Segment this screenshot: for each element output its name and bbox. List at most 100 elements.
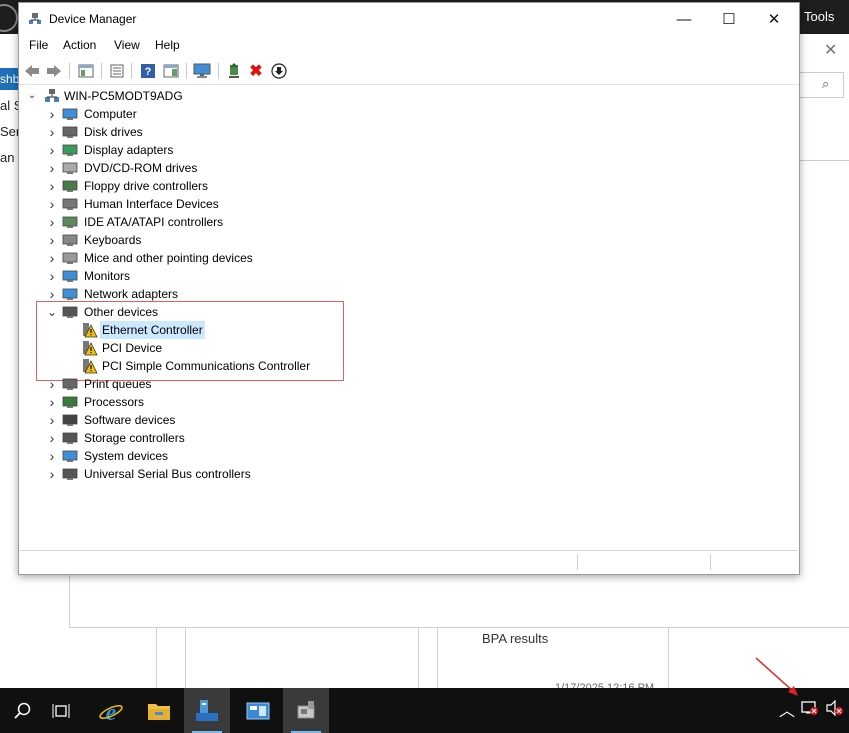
storage-controller-icon	[62, 432, 78, 444]
monitor-icon[interactable]	[193, 62, 211, 80]
chevron-right-icon[interactable]: ›	[46, 267, 58, 285]
task-view-icon[interactable]	[38, 688, 84, 733]
tree-root[interactable]: ⌄ WIN-PC5MODT9ADG	[20, 87, 797, 105]
tree-category-human-interface-devices[interactable]: › Human Interface Devices	[20, 195, 797, 213]
sidebar-item-file-storage[interactable]: an	[0, 150, 14, 165]
chevron-right-icon[interactable]: ›	[46, 123, 58, 141]
tree-device-label: PCI Device	[102, 341, 163, 355]
chevron-right-icon[interactable]: ›	[46, 393, 58, 411]
chevron-right-icon[interactable]: ›	[46, 159, 58, 177]
forward-arrow-icon[interactable]	[45, 62, 63, 80]
tree-category-computer[interactable]: › Computer	[20, 105, 797, 123]
tree-category-universal-serial-bus-controllers[interactable]: › Universal Serial Bus controllers	[20, 465, 797, 483]
show-hidden-icons-chevron[interactable]: ︿	[779, 697, 795, 721]
panel-border	[156, 627, 157, 688]
tree-category-disk-drives[interactable]: › Disk drives	[20, 123, 797, 141]
warning-device-icon	[83, 359, 98, 374]
file-explorer-icon[interactable]	[136, 688, 182, 733]
tree-category-mice-and-other-pointing-devices[interactable]: › Mice and other pointing devices	[20, 249, 797, 267]
status-bar	[20, 550, 797, 573]
chevron-right-icon[interactable]: ›	[46, 249, 58, 267]
tree-category-floppy-drive-controllers[interactable]: › Floppy drive controllers	[20, 177, 797, 195]
printer-icon	[62, 378, 78, 390]
computer-root-icon	[45, 89, 59, 102]
control-panel-icon[interactable]	[235, 688, 281, 733]
tree-category-monitors[interactable]: › Monitors	[20, 267, 797, 285]
back-arrow-icon[interactable]	[23, 62, 41, 80]
server-manager-icon[interactable]	[184, 688, 230, 733]
properties-icon[interactable]	[108, 62, 126, 80]
device-manager-window: Device Manager — ☐ ✕ File Action View He…	[18, 2, 800, 575]
menu-help[interactable]: Help	[155, 38, 180, 52]
chevron-down-icon[interactable]: ⌄	[26, 87, 38, 105]
tree-category-system-devices[interactable]: › System devices	[20, 447, 797, 465]
menu-view[interactable]: View	[114, 38, 140, 52]
tree-category-keyboards[interactable]: › Keyboards	[20, 231, 797, 249]
help-icon[interactable]: ?	[139, 62, 157, 80]
tree-category-other-devices[interactable]: ⌄ Other devices	[20, 303, 797, 321]
chevron-right-icon[interactable]: ›	[46, 213, 58, 231]
tools-menu[interactable]: Tools	[804, 9, 834, 24]
chevron-right-icon[interactable]: ›	[46, 105, 58, 123]
tree-category-label: Floppy drive controllers	[84, 179, 209, 193]
panel-border	[668, 627, 669, 688]
volume-muted-icon[interactable]	[826, 699, 844, 719]
chevron-right-icon[interactable]: ›	[46, 447, 58, 465]
device-manager-icon	[29, 13, 41, 24]
show-hide-console-tree-icon[interactable]	[77, 62, 95, 80]
chevron-right-icon[interactable]: ›	[46, 465, 58, 483]
panel-border	[437, 627, 438, 688]
update-driver-icon[interactable]	[225, 62, 243, 80]
chevron-down-icon[interactable]: ⌄	[46, 303, 58, 321]
chevron-right-icon[interactable]: ›	[46, 195, 58, 213]
chevron-right-icon[interactable]: ›	[46, 411, 58, 429]
back-nav-icon[interactable]	[0, 4, 18, 32]
device-tree[interactable]: ⌄ WIN-PC5MODT9ADG › Computer › Disk drives ›…	[20, 86, 797, 548]
panel-border	[69, 573, 70, 627]
bpa-results-label: BPA results	[482, 631, 549, 646]
maximize-button[interactable]: ☐	[709, 7, 749, 33]
tree-device-ethernet-controller[interactable]: Ethernet Controller	[20, 321, 797, 339]
close-icon[interactable]: ✕	[824, 40, 837, 60]
toolbar: ? ✖	[19, 58, 799, 85]
search-input[interactable]	[798, 72, 844, 98]
download-icon[interactable]	[270, 62, 288, 80]
chevron-right-icon[interactable]: ›	[46, 375, 58, 393]
action-pane-icon[interactable]	[162, 62, 180, 80]
server-manager-sidebar: shb al S Ser an	[0, 34, 22, 694]
internet-explorer-icon[interactable]: e	[88, 688, 134, 733]
tree-category-software-devices[interactable]: › Software devices	[20, 411, 797, 429]
uninstall-x-icon[interactable]: ✖	[247, 62, 265, 80]
chevron-right-icon[interactable]: ›	[46, 177, 58, 195]
tree-category-ide-ata-atapi-controllers[interactable]: › IDE ATA/ATAPI controllers	[20, 213, 797, 231]
tree-category-dvd-cd-rom-drives[interactable]: › DVD/CD-ROM drives	[20, 159, 797, 177]
network-disconnected-icon[interactable]	[801, 700, 819, 719]
tree-category-label: IDE ATA/ATAPI controllers	[84, 215, 224, 229]
tree-device-pci-device[interactable]: PCI Device	[20, 339, 797, 357]
chevron-right-icon[interactable]: ›	[46, 141, 58, 159]
minimize-button[interactable]: —	[664, 7, 704, 33]
dvd-icon	[62, 162, 78, 174]
tree-category-display-adapters[interactable]: › Display adapters	[20, 141, 797, 159]
other-devices-icon	[62, 306, 78, 318]
tree-category-label: Human Interface Devices	[84, 197, 219, 211]
tree-category-label: Print queues	[84, 377, 152, 391]
panel-border	[69, 627, 849, 628]
menu-file[interactable]: File	[29, 38, 48, 52]
chevron-right-icon[interactable]: ›	[46, 429, 58, 447]
menu-action[interactable]: Action	[63, 38, 96, 52]
sidebar-item-dashboard[interactable]: shb	[0, 68, 20, 90]
chevron-right-icon[interactable]: ›	[46, 231, 58, 249]
tree-category-storage-controllers[interactable]: › Storage controllers	[20, 429, 797, 447]
tree-category-label: Monitors	[84, 269, 131, 283]
tree-category-network-adapters[interactable]: › Network adapters	[20, 285, 797, 303]
chevron-right-icon[interactable]: ›	[46, 285, 58, 303]
tree-category-print-queues[interactable]: › Print queues	[20, 375, 797, 393]
device-manager-icon[interactable]	[283, 688, 329, 733]
tree-category-processors[interactable]: › Processors	[20, 393, 797, 411]
close-button[interactable]: ✕	[754, 7, 794, 33]
title-bar[interactable]: Device Manager — ☐ ✕	[19, 3, 799, 35]
tree-device-pci-simple-communications-controller[interactable]: PCI Simple Communications Controller	[20, 357, 797, 375]
tree-category-label: Computer	[84, 107, 137, 121]
tree-category-label: Storage controllers	[84, 431, 185, 445]
